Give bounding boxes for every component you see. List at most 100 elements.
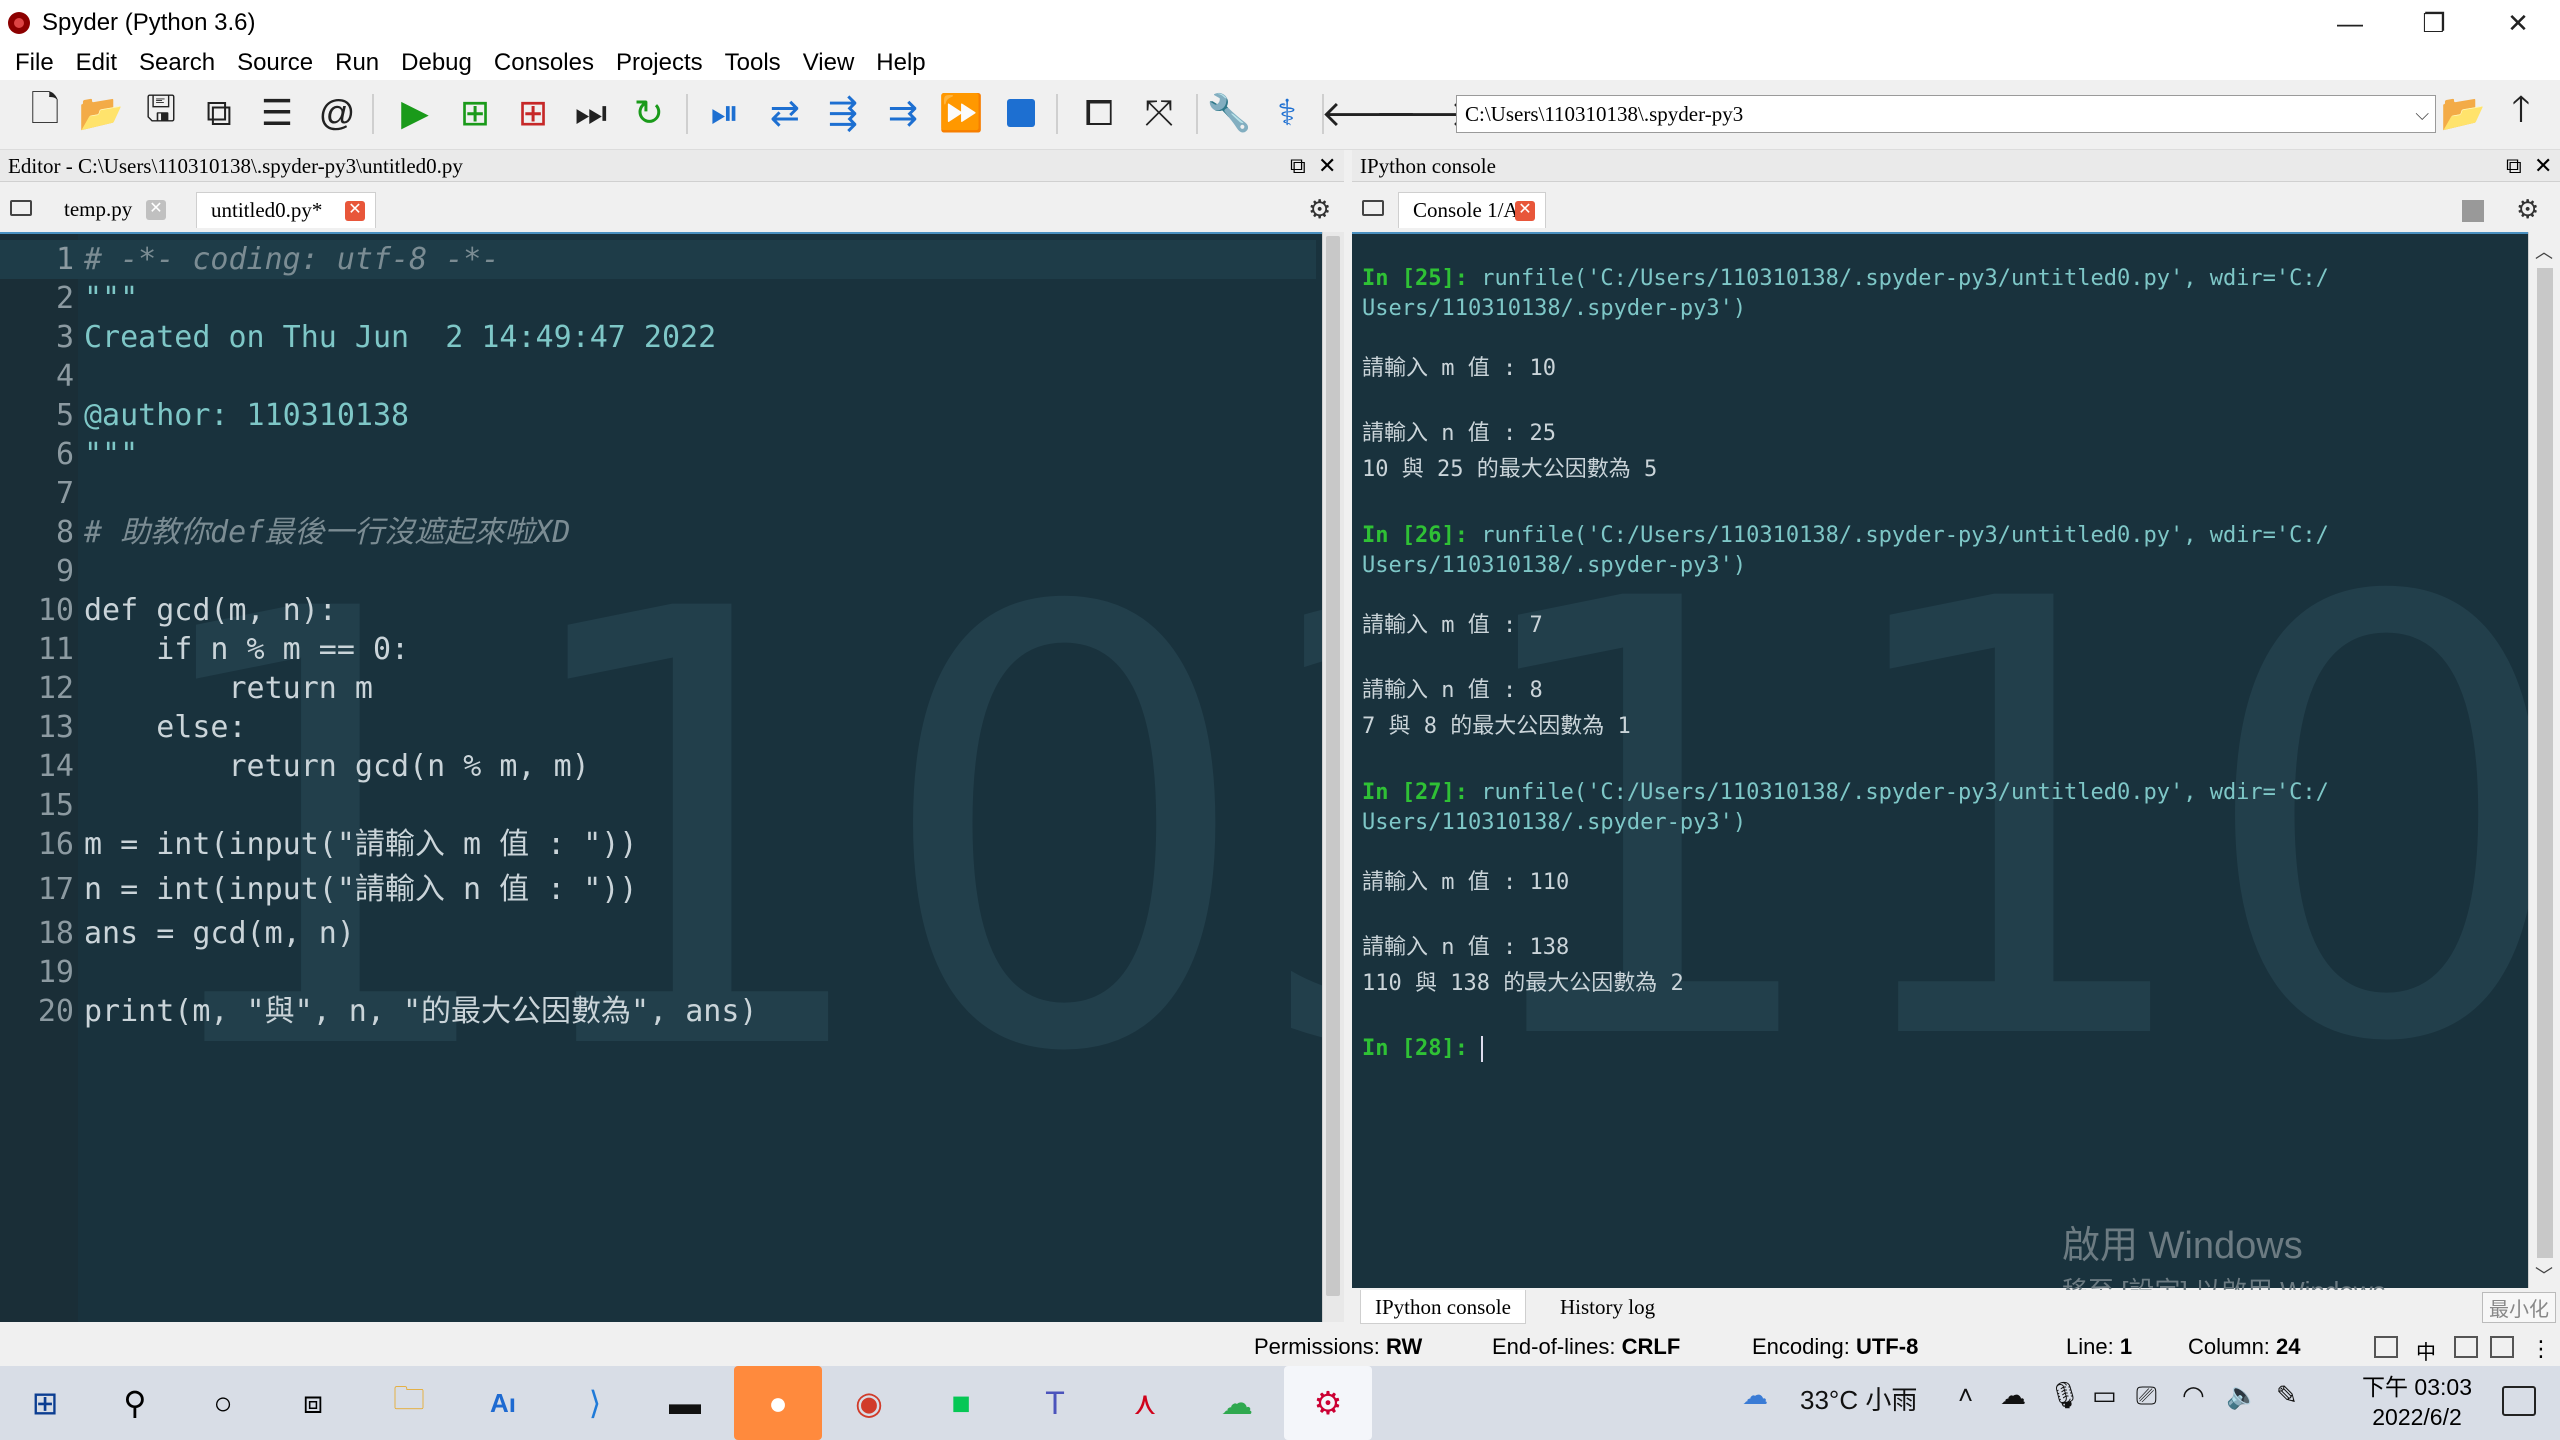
- chrome-icon[interactable]: ◉: [844, 1378, 894, 1428]
- forward-arrow-icon[interactable]: 🡒: [1375, 90, 1472, 136]
- step-icon[interactable]: ⇄: [762, 90, 808, 136]
- code-line[interactable]: 8 # 助教你def最後一行沒遮起來啦XD: [0, 513, 1316, 552]
- code-line[interactable]: 10 def gcd(m, n):: [0, 591, 1316, 630]
- minimize-button[interactable]: —: [2308, 0, 2392, 46]
- code-line[interactable]: 12 return m: [0, 669, 1316, 708]
- parent-directory-icon[interactable]: 🡑: [2498, 88, 2544, 136]
- task-view-icon[interactable]: ⧈: [288, 1378, 338, 1428]
- scrollbar-thumb[interactable]: [2537, 268, 2553, 1258]
- microphone-icon[interactable]: 🎙: [2048, 1380, 2081, 1411]
- menu-search[interactable]: Search: [130, 49, 228, 77]
- ai-app-icon[interactable]: Aı: [478, 1378, 528, 1428]
- code-line[interactable]: 4: [0, 357, 1316, 396]
- scroll-down-icon[interactable]: ﹀: [2535, 1262, 2553, 1288]
- undock-icon[interactable]: ⧉: [1290, 150, 1306, 182]
- code-line[interactable]: 19: [0, 953, 1316, 992]
- menu-source[interactable]: Source: [228, 49, 326, 77]
- console-input-line[interactable]: In [28]:: [1362, 1034, 1484, 1064]
- run-cell-advance-icon[interactable]: ⊞: [510, 90, 556, 136]
- restore-button[interactable]: ❐: [2392, 0, 2476, 46]
- line-app-icon[interactable]: ■: [936, 1378, 986, 1428]
- close-tab-icon[interactable]: ✕: [345, 201, 365, 221]
- code-line[interactable]: 9: [0, 552, 1316, 591]
- save-icon[interactable]: 🖫: [138, 88, 184, 136]
- onedrive-icon[interactable]: ☁: [2000, 1380, 2026, 1411]
- editor-scrollbar[interactable]: [1322, 232, 1344, 1322]
- ime-options-icon[interactable]: ⋮: [2530, 1336, 2554, 1361]
- scrollbar-thumb[interactable]: [1326, 236, 1340, 1296]
- gear-icon[interactable]: ⚙: [2516, 194, 2539, 225]
- code-line[interactable]: 3 Created on Thu Jun 2 14:49:47 2022: [0, 318, 1316, 357]
- code-line[interactable]: 14 return gcd(n % m, m): [0, 747, 1316, 786]
- menu-tools[interactable]: Tools: [716, 49, 794, 77]
- list-icon[interactable]: ☰: [254, 90, 300, 136]
- tab-console-1a[interactable]: Console 1/A ✕: [1398, 192, 1546, 228]
- save-all-icon[interactable]: ⧉: [196, 90, 242, 136]
- cortana-icon[interactable]: ○: [198, 1378, 248, 1428]
- menu-file[interactable]: File: [6, 49, 67, 77]
- code-line[interactable]: 20 print(m, "與", n, "的最大公因數為", ans): [0, 992, 1316, 1031]
- stop-kernel-icon[interactable]: [2462, 200, 2484, 222]
- code-line[interactable]: 2 """: [0, 279, 1316, 318]
- search-icon[interactable]: ⚲: [110, 1378, 160, 1428]
- tab-temp-py[interactable]: temp.py ✕: [50, 192, 174, 228]
- menu-run[interactable]: Run: [326, 49, 392, 77]
- tab-ipython-console[interactable]: IPython console: [1360, 1290, 1526, 1324]
- file-explorer-icon[interactable]: 🗀: [384, 1378, 434, 1428]
- close-button[interactable]: ✕: [2476, 0, 2560, 46]
- code-line[interactable]: 1 # -*- coding: utf-8 -*-: [0, 240, 1316, 279]
- console-scrollbar[interactable]: ︿ ﹀: [2528, 232, 2560, 1288]
- run-icon[interactable]: ▶: [392, 90, 438, 136]
- tab-history-log[interactable]: History log: [1546, 1290, 1669, 1324]
- network-drive-icon[interactable]: ☁: [1212, 1378, 1262, 1428]
- display-icon[interactable]: ⎚: [2136, 1380, 2157, 1412]
- stop-debug-icon[interactable]: [998, 90, 1044, 136]
- windows-start-icon[interactable]: ⊞: [20, 1378, 70, 1428]
- continue-icon[interactable]: ⏩: [938, 90, 984, 136]
- chevron-down-icon[interactable]: ⌵: [2415, 96, 2429, 132]
- working-directory-input[interactable]: C:\Users\110310138\.spyder-py3 ⌵: [1456, 95, 2436, 133]
- ime-keyboard-icon[interactable]: [2490, 1336, 2514, 1358]
- rerun-icon[interactable]: ↻: [626, 90, 672, 136]
- clock[interactable]: 下午 03:03 2022/6/2: [2362, 1372, 2472, 1432]
- chevron-up-icon[interactable]: ˄: [1958, 1380, 1973, 1411]
- browse-folder-icon[interactable]: 📂: [2440, 90, 2486, 136]
- maximize-pane-icon[interactable]: ⧠: [1076, 90, 1122, 136]
- ipython-console[interactable]: 110310138 In [25]: runfile('C:/Users/110…: [1352, 232, 2528, 1288]
- at-icon[interactable]: @: [314, 90, 360, 136]
- run-cell-icon[interactable]: ⊞: [452, 90, 498, 136]
- code-line[interactable]: 17 n = int(input("請輸入 n 值 : ")): [0, 870, 1316, 909]
- vscode-icon[interactable]: ⟩: [570, 1378, 620, 1428]
- preferences-wrench-icon[interactable]: 🔧: [1206, 90, 1252, 136]
- acrobat-icon[interactable]: ⋏: [1120, 1378, 1170, 1428]
- scroll-up-icon[interactable]: ︿: [2535, 238, 2553, 264]
- undock-icon[interactable]: ⧉: [2506, 150, 2522, 182]
- run-selection-icon[interactable]: ⏭: [568, 90, 614, 136]
- battery-icon[interactable]: ▭: [2092, 1380, 2117, 1411]
- menu-edit[interactable]: Edit: [67, 49, 130, 77]
- new-file-icon[interactable]: 🗋: [22, 88, 68, 136]
- step-into-icon[interactable]: ⇶: [820, 90, 866, 136]
- code-line[interactable]: 18 ans = gcd(m, n): [0, 914, 1316, 953]
- volume-icon[interactable]: 🔈: [2226, 1380, 2258, 1411]
- fullscreen-icon[interactable]: ⤧: [1136, 90, 1182, 136]
- code-line[interactable]: 6 """: [0, 435, 1316, 474]
- notification-icon[interactable]: [2502, 1386, 2536, 1416]
- close-pane-icon[interactable]: ✕: [2534, 150, 2552, 182]
- ime-mode-icon[interactable]: [2374, 1336, 2398, 1358]
- code-line[interactable]: 11 if n % m == 0:: [0, 630, 1316, 669]
- terminal-icon[interactable]: ▬: [660, 1378, 710, 1428]
- gear-icon[interactable]: ⚙: [1308, 194, 1331, 225]
- python-path-icon[interactable]: ⚕: [1264, 90, 1310, 136]
- weather-text[interactable]: 33°C 小雨: [1800, 1380, 1917, 1417]
- tab-untitled0-py[interactable]: untitled0.py* ✕: [196, 192, 376, 228]
- menu-help[interactable]: Help: [867, 49, 938, 77]
- code-line[interactable]: 15: [0, 786, 1316, 825]
- code-editor[interactable]: 110310138 1# -*- coding: utf-8 -*- 2""" …: [0, 232, 1322, 1322]
- ime-width-icon[interactable]: [2454, 1336, 2478, 1358]
- debug-icon[interactable]: ⏯: [702, 90, 748, 136]
- code-line[interactable]: 7: [0, 474, 1316, 513]
- close-pane-icon[interactable]: ✕: [1318, 150, 1336, 182]
- menu-view[interactable]: View: [794, 49, 868, 77]
- ime-lang-icon[interactable]: 中: [2416, 1336, 2440, 1364]
